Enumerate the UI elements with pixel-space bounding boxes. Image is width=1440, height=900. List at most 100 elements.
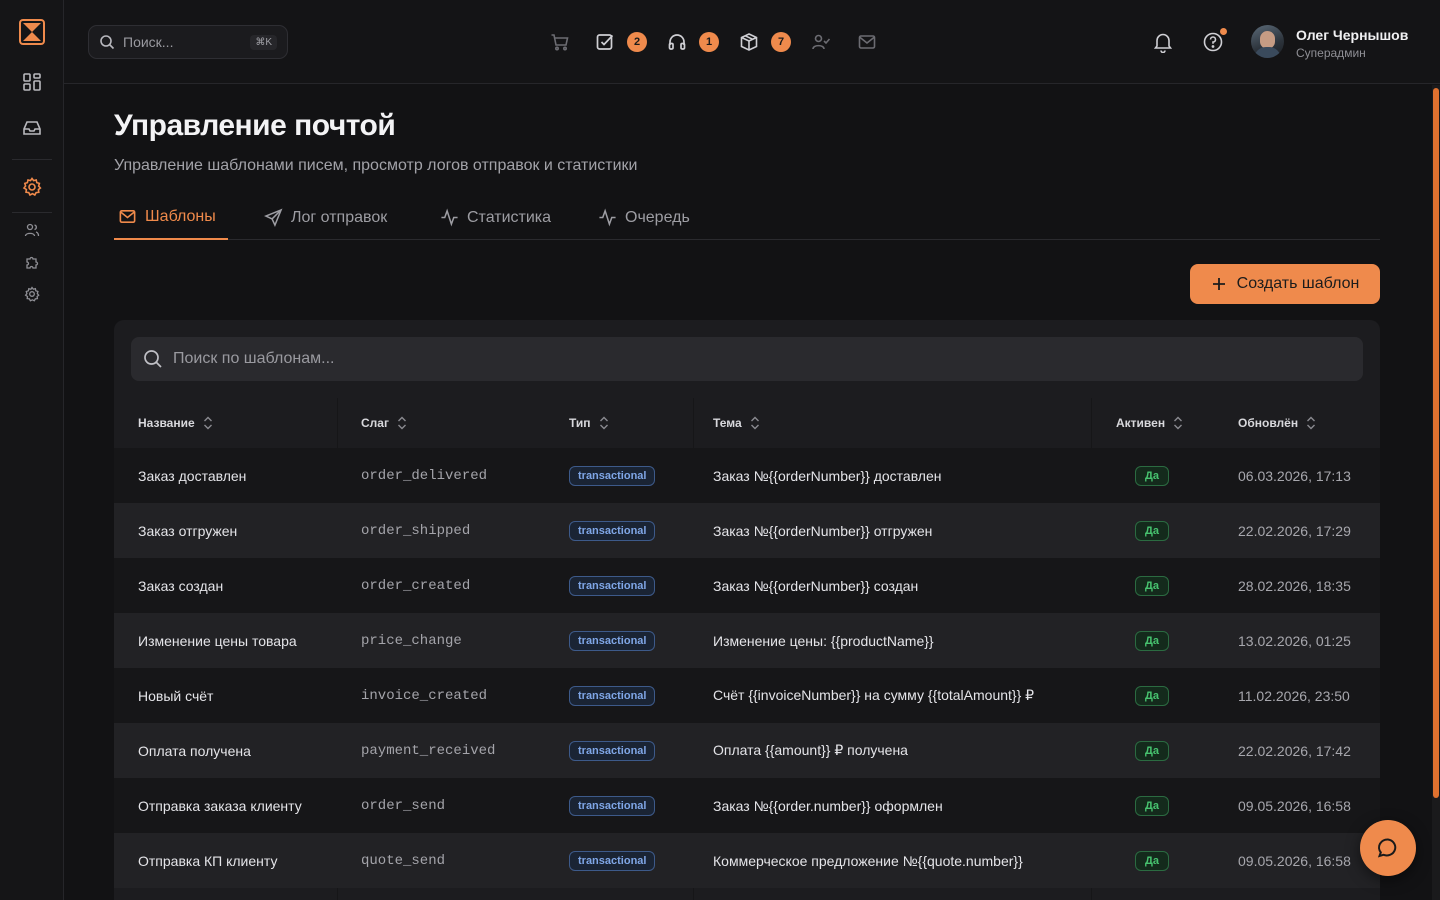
mail-button[interactable] bbox=[855, 30, 879, 54]
search-icon bbox=[144, 350, 162, 368]
column-header-label: Слаг bbox=[361, 416, 389, 430]
active-badge: Да bbox=[1135, 520, 1169, 541]
updated-date: 22.02.2026, 17:29 bbox=[1238, 522, 1351, 539]
sidebar-item-integrations[interactable] bbox=[16, 246, 48, 278]
table-row[interactable]: Заказ доставлен order_delivered transact… bbox=[114, 448, 1380, 503]
global-search-input[interactable]: Поиск... ⌘K bbox=[88, 25, 288, 59]
packages-button[interactable] bbox=[737, 30, 761, 54]
sidebar bbox=[0, 0, 64, 900]
table-row[interactable]: Оплата получена payment_received transac… bbox=[114, 723, 1380, 778]
cart-button[interactable] bbox=[548, 30, 572, 54]
sort-icon bbox=[599, 416, 608, 430]
updated-date: 06.03.2026, 17:13 bbox=[1238, 467, 1351, 484]
type-badge: transactional bbox=[569, 465, 656, 486]
column-header-label: Обновлён bbox=[1238, 416, 1299, 430]
template-slug: order_send bbox=[361, 797, 446, 814]
template-slug: order_shipped bbox=[361, 522, 471, 539]
template-slug: order_delivered bbox=[361, 467, 488, 484]
template-name: Заказ создан bbox=[138, 577, 224, 594]
type-badge: transactional bbox=[569, 740, 656, 761]
sidebar-item-dashboard[interactable] bbox=[16, 66, 48, 98]
sidebar-item-users[interactable] bbox=[16, 214, 48, 246]
tab-statistics[interactable]: Статистика bbox=[440, 201, 551, 240]
column-header-updated[interactable]: Обновлён bbox=[1238, 416, 1316, 430]
column-header-subject[interactable]: Тема bbox=[713, 416, 760, 430]
active-badge: Да bbox=[1135, 740, 1169, 761]
notifications-button[interactable] bbox=[1151, 30, 1175, 54]
table-row[interactable]: Отправка заказа клиенту order_send trans… bbox=[114, 778, 1380, 833]
column-header-name[interactable]: Название bbox=[138, 416, 213, 430]
column-header-label: Активен bbox=[1116, 416, 1166, 430]
plus-icon bbox=[1212, 278, 1225, 290]
packages-count-badge: 7 bbox=[771, 32, 791, 52]
template-name: Отправка заказа клиенту bbox=[138, 797, 302, 814]
template-subject: Счёт {{invoiceNumber}} на сумму {{totalA… bbox=[713, 687, 1035, 703]
type-badge: transactional bbox=[569, 630, 656, 651]
activity-icon bbox=[599, 208, 616, 227]
template-name: Новый счёт bbox=[138, 687, 214, 704]
tasks-button[interactable] bbox=[593, 30, 617, 54]
sidebar-item-inbox[interactable] bbox=[16, 112, 48, 144]
table-row[interactable]: Новый счёт invoice_created transactional… bbox=[114, 668, 1380, 723]
app-logo[interactable] bbox=[19, 19, 45, 45]
chat-button[interactable] bbox=[1360, 820, 1416, 876]
tab-label: Статистика bbox=[467, 208, 552, 226]
topbar: Поиск... ⌘K 2 1 7 Олег Чернышов Суперадм… bbox=[64, 0, 1440, 84]
template-name: Отправка КП клиенту bbox=[138, 852, 278, 869]
template-name: Оплата получена bbox=[138, 742, 251, 759]
updated-date: 09.05.2026, 16:58 bbox=[1238, 852, 1351, 869]
template-search-input[interactable]: Поиск по шаблонам... bbox=[131, 337, 1363, 381]
type-badge: transactional bbox=[569, 520, 656, 541]
gear-icon bbox=[24, 286, 40, 302]
checkbox-icon bbox=[596, 34, 614, 50]
column-header-slug[interactable]: Слаг bbox=[361, 416, 407, 430]
template-name: Заказ отгружен bbox=[138, 522, 238, 539]
template-slug: order_created bbox=[361, 577, 471, 594]
page-title: Управление почтой bbox=[114, 109, 396, 142]
type-badge: transactional bbox=[569, 685, 656, 706]
template-subject: Заказ №{{orderNumber}} отгружен bbox=[713, 522, 933, 539]
support-button[interactable] bbox=[665, 30, 689, 54]
tab-label: Шаблоны bbox=[145, 207, 216, 225]
tab-templates[interactable]: Шаблоны bbox=[114, 201, 228, 240]
template-slug: invoice_created bbox=[361, 687, 488, 704]
cart-icon bbox=[551, 34, 569, 51]
table-row[interactable]: Отправка КП клиенту quote_send transacti… bbox=[114, 833, 1380, 888]
create-template-button[interactable]: Создать шаблон bbox=[1190, 264, 1380, 304]
table-header: Название Слаг Тип Тема Активен Обновлён bbox=[114, 398, 1380, 448]
chat-icon bbox=[1377, 838, 1397, 858]
table-row[interactable]: Заказ отгружен order_shipped transaction… bbox=[114, 503, 1380, 558]
table-row[interactable]: Заказ создан order_created transactional… bbox=[114, 558, 1380, 613]
user-check-button[interactable] bbox=[809, 30, 833, 54]
tab-send-log[interactable]: Лог отправок bbox=[264, 201, 387, 240]
active-badge: Да bbox=[1135, 685, 1169, 706]
template-slug: price_change bbox=[361, 632, 462, 649]
sort-icon bbox=[203, 416, 212, 430]
template-subject: Коммерческое предложение №{{quote.number… bbox=[713, 852, 1023, 869]
column-header-type[interactable]: Тип bbox=[569, 416, 609, 430]
bell-icon bbox=[1153, 33, 1173, 53]
tab-queue[interactable]: Очередь bbox=[598, 201, 690, 240]
scrollbar-thumb[interactable] bbox=[1433, 88, 1439, 798]
active-badge: Да bbox=[1135, 795, 1169, 816]
send-icon bbox=[264, 208, 283, 227]
sidebar-item-settings[interactable] bbox=[16, 171, 48, 203]
avatar[interactable] bbox=[1251, 25, 1284, 58]
tab-label: Лог отправок bbox=[291, 208, 388, 226]
updated-date: 09.05.2026, 16:58 bbox=[1238, 797, 1351, 814]
column-header-label: Тип bbox=[569, 416, 591, 430]
active-badge: Да bbox=[1135, 630, 1169, 651]
settings-icon bbox=[22, 177, 42, 197]
users-icon bbox=[24, 223, 40, 237]
table-row[interactable]: Изменение цены товара price_change trans… bbox=[114, 613, 1380, 668]
template-subject: Изменение цены: {{productName}} bbox=[713, 632, 934, 649]
sidebar-divider bbox=[12, 159, 52, 160]
package-icon bbox=[740, 33, 758, 51]
sort-icon bbox=[1307, 416, 1316, 430]
sidebar-item-system[interactable] bbox=[16, 278, 48, 310]
updated-date: 28.02.2026, 18:35 bbox=[1238, 577, 1351, 594]
page-subtitle: Управление шаблонами писем, просмотр лог… bbox=[114, 157, 638, 174]
column-header-active[interactable]: Активен bbox=[1116, 416, 1183, 430]
user-name[interactable]: Олег Чернышов bbox=[1296, 27, 1408, 43]
active-badge: Да bbox=[1135, 575, 1169, 596]
